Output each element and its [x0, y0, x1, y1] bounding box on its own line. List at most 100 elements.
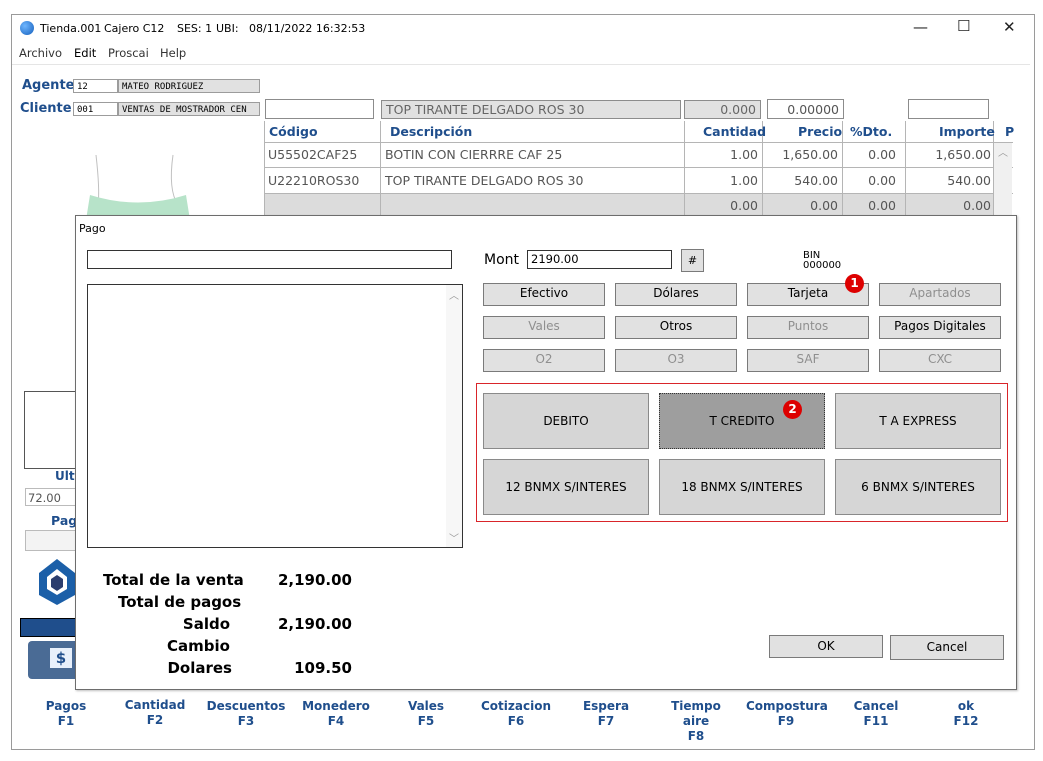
cell-codigo: U22210ROS30 [268, 173, 360, 188]
cell-cantidad: 1.00 [730, 173, 758, 188]
left-preview-box [24, 391, 77, 469]
saf-button[interactable]: SAF [747, 349, 869, 372]
fkey-label: Cantidad [124, 698, 186, 712]
cliente-code-field[interactable]: 001 [73, 102, 118, 116]
ok-button[interactable]: OK [769, 635, 883, 658]
t-a-express-button[interactable]: T A EXPRESS [835, 393, 1001, 449]
cliente-name-field: VENTAS DE MOSTRADOR CEN [118, 102, 260, 116]
menu-proscai[interactable]: Proscai [108, 46, 149, 60]
fkey-label: Espera [582, 699, 630, 713]
vales-button[interactable]: Vales [483, 316, 605, 339]
col-precio[interactable]: Precio [798, 124, 842, 139]
fkey-cancel[interactable]: Cancel F11 [836, 699, 916, 729]
total-venta-value: 2,190.00 [277, 571, 352, 589]
fkey-key: F12 [953, 714, 979, 728]
cell-dto: 0.00 [868, 173, 896, 188]
agente-code-field[interactable]: 12 [73, 79, 118, 93]
dolares-label: Dolares [167, 659, 232, 677]
debito-button[interactable]: DEBITO [483, 393, 649, 449]
cell-descripcion: TOP TIRANTE DELGADO ROS 30 [385, 173, 584, 188]
fkey-key: F8 [687, 729, 705, 743]
fkey-key: F11 [863, 714, 889, 728]
efectivo-button[interactable]: Efectivo [483, 283, 605, 306]
fkey-vales[interactable]: Vales F5 [386, 699, 466, 729]
maximize-button[interactable]: ☐ [957, 17, 970, 35]
puntos-button[interactable]: Puntos [747, 316, 869, 339]
fkey-monedero[interactable]: Monedero F4 [296, 699, 376, 729]
fkey-descuentos[interactable]: Descuentos F3 [206, 699, 286, 729]
fkey-key: F2 [146, 713, 164, 727]
fkey-label: Monedero [302, 699, 370, 713]
col-p[interactable]: P [1005, 124, 1014, 139]
saldo-value: 2,190.00 [277, 615, 352, 633]
fkey-cotizacion[interactable]: Cotizacion F6 [476, 699, 556, 729]
fkey-key: F7 [597, 714, 615, 728]
fkey-key: F3 [237, 714, 255, 728]
fkey-cantidad[interactable]: Cantidad F2 [115, 698, 195, 728]
dialog-title: Pago [79, 222, 106, 235]
fkey-key: F1 [57, 714, 75, 728]
pag-field [25, 530, 76, 551]
col-importe[interactable]: Importe [939, 124, 995, 139]
notes-scrollbar[interactable] [446, 285, 462, 547]
o2-button[interactable]: O2 [483, 349, 605, 372]
left-blue-bar [20, 618, 76, 637]
18-bnmx-button[interactable]: 18 BNMX S/INTERES [659, 459, 825, 515]
fkey-tiempo-aire[interactable]: Tiempo aire F8 [656, 699, 736, 744]
6-bnmx-button[interactable]: 6 BNMX S/INTERES [835, 459, 1001, 515]
cell-precio: 540.00 [794, 173, 838, 188]
otros-button[interactable]: Otros [615, 316, 737, 339]
scroll-up-icon[interactable]: ︿ [998, 144, 1008, 159]
total-venta-label: Total de la venta [103, 571, 244, 589]
hash-button[interactable]: # [681, 249, 704, 272]
cambio-label: Cambio [167, 637, 230, 655]
notes-textarea[interactable] [87, 284, 463, 548]
col-codigo[interactable]: Código [269, 124, 318, 139]
minimize-button[interactable]: — [913, 18, 928, 36]
mont-input[interactable]: 2190.00 [527, 250, 672, 269]
fkey-label: Cancel [853, 699, 899, 713]
t-credito-button[interactable]: T CREDITO [659, 393, 825, 449]
company-logo-icon [39, 559, 75, 605]
cell-precio: 1,650.00 [782, 147, 838, 162]
col-dto[interactable]: %Dto. [850, 124, 892, 139]
mont-label: Mont [484, 252, 520, 268]
col-cantidad[interactable]: Cantidad [703, 124, 766, 139]
dolares-value: 109.50 [294, 659, 352, 677]
search-input[interactable] [265, 99, 374, 119]
fkey-pagos[interactable]: Pagos F1 [26, 699, 106, 729]
menu-help[interactable]: Help [160, 46, 186, 60]
pag-label: Pag [51, 513, 78, 528]
fkey-espera[interactable]: Espera F7 [566, 699, 646, 729]
fkey-ok[interactable]: ok F12 [926, 699, 1006, 729]
notes-scroll-down-icon[interactable]: ﹀ [449, 530, 459, 545]
col-descripcion[interactable]: Descripción [390, 124, 472, 139]
cancel-button[interactable]: Cancel [890, 635, 1004, 660]
fkey-label: Pagos [45, 699, 87, 713]
current-qty-field[interactable]: 0.000 [684, 100, 761, 119]
o3-button[interactable]: O3 [615, 349, 737, 372]
cell-cantidad: 0.00 [730, 198, 758, 213]
pagos-digitales-button[interactable]: Pagos Digitales [879, 316, 1001, 339]
ulti-value-field: 72.00 [25, 488, 75, 506]
menu-edit[interactable]: Edit [74, 46, 96, 60]
step-badge-2: 2 [783, 400, 802, 419]
agente-label: Agente [22, 78, 75, 93]
dolares-button[interactable]: Dólares [615, 283, 737, 306]
close-button[interactable]: ✕ [1003, 18, 1016, 36]
dialog-top-input[interactable] [87, 250, 452, 269]
menu-archivo[interactable]: Archivo [19, 46, 62, 60]
current-price-field[interactable]: 0.00000 [767, 99, 844, 119]
fkey-label: Cotizacion [481, 699, 551, 713]
notes-scroll-up-icon[interactable]: ︿ [449, 287, 459, 302]
12-bnmx-button[interactable]: 12 BNMX S/INTERES [483, 459, 649, 515]
fkey-label: Tiempo aire [671, 699, 721, 728]
step-badge-1: 1 [845, 274, 864, 293]
apartados-button[interactable]: Apartados [879, 283, 1001, 306]
cxc-button[interactable]: CXC [879, 349, 1001, 372]
cell-importe: 1,650.00 [935, 147, 991, 162]
fkey-compostura[interactable]: Compostura F9 [746, 699, 828, 729]
extra-field[interactable] [908, 99, 989, 119]
payment-dialog: Pago ︿ ﹀ Mont 2190.00 # BIN 000000 Efect… [75, 215, 1017, 690]
store-label: Tienda.001 [40, 22, 102, 35]
